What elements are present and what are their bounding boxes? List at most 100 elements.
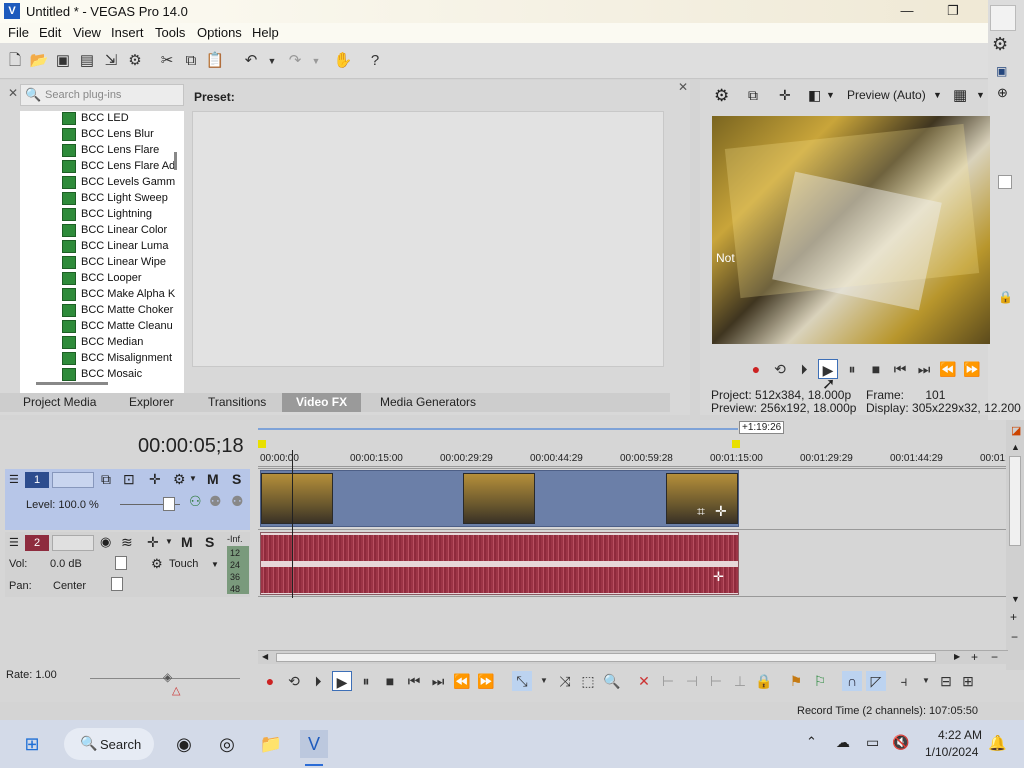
rate-slider-handle[interactable]: ◈ (163, 670, 172, 684)
trim-icon[interactable]: ⊢ (658, 671, 678, 691)
external-monitor-icon[interactable]: ⧉ (748, 87, 758, 104)
scroll-left-icon[interactable]: ◀ (262, 652, 268, 661)
delete-icon[interactable]: ✕ (634, 671, 654, 691)
track-envelope-dropdown-icon[interactable]: ▼ (165, 537, 173, 546)
play-from-start-icon[interactable]: ⏵ (308, 671, 328, 691)
audio-track-header[interactable]: ☰ 2 ◉ ≋ ✛ ▼ M S Vol: 0.0 dB ⚙ Touch ▼ Pa… (5, 532, 250, 597)
enable-snapping-icon[interactable]: ✋ (333, 51, 353, 71)
scroll-right-icon[interactable]: ▶ (954, 652, 960, 661)
plugin-list-item[interactable]: BCC Matte Cleanu (20, 319, 184, 335)
timeline-ruler[interactable]: 00:00:00 00:00:15:00 00:00:29:29 00:00:44:2… (258, 450, 1008, 467)
dock-button[interactable] (990, 5, 1016, 31)
plugin-list-item[interactable]: BCC Light Sweep (20, 191, 184, 207)
plugin-list-item[interactable]: BCC Mosaic (20, 367, 184, 383)
hscroll-thumb[interactable] (276, 653, 936, 662)
plugin-list-item[interactable]: BCC Make Alpha K (20, 287, 184, 303)
timeline-horizontal-scrollbar[interactable]: ◀ ▶ + − (258, 650, 1008, 664)
ripple-dropdown-icon[interactable]: ▼ (916, 671, 936, 691)
windows-start-icon[interactable]: ⊞ (18, 730, 46, 758)
file-explorer-icon[interactable]: 📁 (257, 730, 285, 758)
plugin-list-item[interactable]: BCC Lens Flare (20, 143, 184, 159)
menu-view[interactable]: View (73, 25, 101, 40)
split-icon[interactable]: ⊥ (730, 671, 750, 691)
settings-gear-icon[interactable]: ⚙ (992, 34, 1008, 55)
plugins-scrollbar[interactable] (174, 152, 177, 170)
menu-edit[interactable]: Edit (39, 25, 61, 40)
stop-icon[interactable]: ■ (380, 671, 400, 691)
menu-options[interactable]: Options (197, 25, 242, 40)
solo-button[interactable]: S (205, 534, 214, 550)
save-as-icon[interactable]: ▤ (77, 51, 97, 71)
undo-dropdown-icon[interactable]: ▼ (262, 51, 282, 71)
zoom-slider-handle[interactable] (998, 175, 1012, 189)
zoom-tool-icon[interactable]: 🔍 (602, 671, 622, 691)
ripple-edit-icon[interactable]: ⫞ (894, 671, 914, 691)
video-preview-frame[interactable]: Not (712, 116, 990, 344)
go-to-start-icon[interactable]: ⏮ (404, 671, 424, 691)
notification-bell-icon[interactable]: 🔔 (988, 734, 1007, 752)
track-name-field[interactable] (52, 535, 94, 551)
tray-chevron-icon[interactable]: ⌃ (806, 734, 817, 750)
video-track-header[interactable]: ☰ 1 ⧉ ⊡ ✛ ⚙ ▼ M S Level: 100.0 % ⚇ ⚉ ⚉ (5, 469, 250, 530)
tray-cloud-icon[interactable]: ☁ (836, 734, 850, 751)
properties-gear-icon[interactable]: ⚙ (125, 51, 145, 71)
plugin-list-item[interactable]: BCC LED (20, 111, 184, 127)
ignore-grouping-icon[interactable]: ⊞ (958, 671, 978, 691)
copy-icon[interactable]: ⧉ (181, 51, 201, 71)
tray-volume-muted-icon[interactable]: 🔇 (892, 734, 909, 751)
track-compositing-icon[interactable]: ⊡ (123, 471, 135, 488)
plugin-list-item[interactable]: BCC Levels Gamm (20, 175, 184, 191)
automation-gear-icon[interactable]: ⚙ (151, 556, 163, 572)
window-dock-icon[interactable]: ▣ (996, 64, 1007, 78)
preview-gear-icon[interactable]: ⚙ (714, 86, 729, 106)
help-icon[interactable]: ? (365, 51, 385, 71)
panel-close-icon[interactable]: ✕ (8, 86, 18, 100)
automation-dropdown-icon[interactable]: ▼ (211, 560, 219, 569)
vegas-taskbar-icon[interactable]: V (300, 730, 328, 758)
timeline-vertical-scrollbar[interactable]: ◪ ▲ ▼ + − (1006, 420, 1024, 670)
solo-button[interactable]: S (232, 471, 241, 487)
parent-composite-icon[interactable]: ⚉ (209, 493, 222, 510)
clock-date[interactable]: 1/10/2024 (925, 745, 978, 759)
plugin-list-item[interactable]: BCC Lightning (20, 207, 184, 223)
menu-insert[interactable]: Insert (111, 25, 144, 40)
scroll-up-icon[interactable]: ▲ (1011, 442, 1020, 452)
plugin-list-item[interactable]: BCC Linear Color (20, 223, 184, 239)
quality-dropdown-icon[interactable]: ▼ (933, 90, 942, 100)
loop-playback-icon[interactable]: ⟲ (770, 359, 790, 379)
plugin-list-item[interactable]: BCC Lens Blur (20, 127, 184, 143)
play-icon[interactable]: ▶ (332, 671, 352, 691)
selection-tool-icon[interactable]: ⬚ (578, 671, 598, 691)
scroll-down-icon[interactable]: ▼ (1011, 594, 1020, 604)
plugins-search-box[interactable]: 🔍 Search plug-ins (20, 84, 184, 106)
pan-slider[interactable] (111, 577, 123, 591)
search-input[interactable]: Search plug-ins (45, 89, 121, 101)
loop-end-marker[interactable] (732, 440, 740, 448)
app-pre-icon[interactable]: ◉ (170, 730, 198, 758)
overlays-dropdown-icon[interactable]: ▼ (976, 90, 985, 100)
plugin-list-item[interactable]: BCC Lens Flare Ad (20, 159, 184, 175)
split-icon[interactable]: ⊕ (997, 85, 1008, 101)
minimize-button[interactable]: — (884, 0, 930, 23)
pause-icon[interactable]: ⏸ (356, 671, 376, 691)
track-name-field[interactable] (52, 472, 94, 488)
tab-media-generators[interactable]: Media Generators (380, 395, 476, 409)
plugin-list-item[interactable]: BCC Matte Choker (20, 303, 184, 319)
trim-end-icon[interactable]: ⊢ (706, 671, 726, 691)
clock-time[interactable]: 4:22 AM (938, 728, 982, 742)
zoom-out-icon[interactable]: − (1011, 630, 1018, 644)
save-icon[interactable]: ▣ (53, 51, 73, 71)
hzoom-in-icon[interactable]: + (971, 650, 978, 664)
tab-project-media[interactable]: Project Media (23, 395, 96, 409)
lock-icon[interactable]: 🔒 (998, 290, 1013, 304)
chrome-icon[interactable]: ◎ (213, 730, 241, 758)
insert-marker-icon[interactable]: ⚑ (786, 671, 806, 691)
volume-slider[interactable] (115, 556, 127, 570)
preview-close-icon[interactable]: ✕ (678, 80, 688, 94)
arm-record-icon[interactable]: ◉ (100, 534, 111, 550)
menu-help[interactable]: Help (252, 25, 279, 40)
menu-file[interactable]: File (8, 25, 29, 40)
track-settings-gear-icon[interactable]: ⚙ (173, 471, 186, 488)
next-frame-icon[interactable]: ⏩ (962, 359, 982, 379)
event-fx-icon[interactable]: ✛ (715, 503, 727, 520)
